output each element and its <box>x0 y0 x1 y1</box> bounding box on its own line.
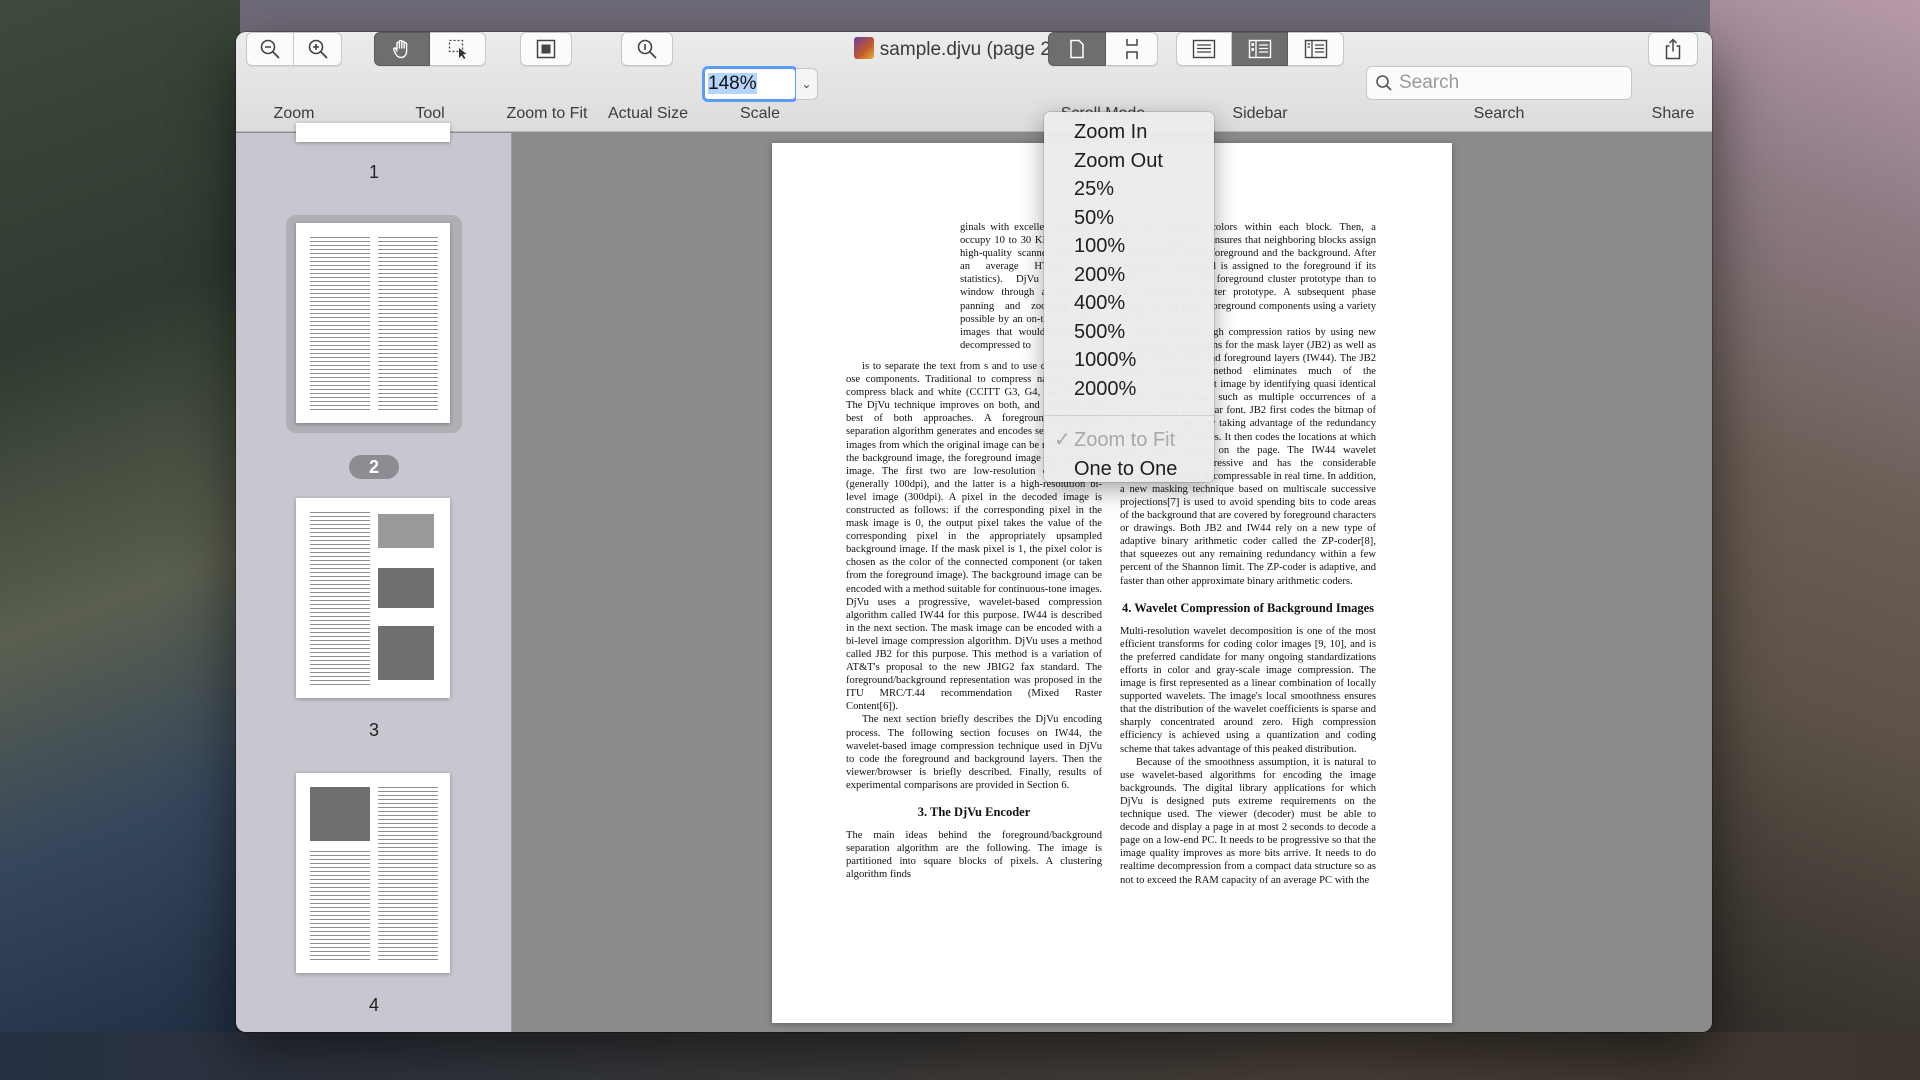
zoom-out-icon <box>260 39 280 59</box>
checkmark-icon: ✓ <box>1054 429 1071 451</box>
page-number-3: 3 <box>368 720 379 740</box>
menu-item-zoom-out[interactable]: Zoom Out <box>1044 147 1214 176</box>
section-heading: 4. Wavelet Compression of Background Ima… <box>1121 600 1375 615</box>
continuous-pages-icon <box>1125 39 1138 59</box>
thumbnail-image <box>378 514 434 548</box>
menu-item-200[interactable]: 200% <box>1044 261 1214 290</box>
menu-item-100[interactable]: 100% <box>1044 232 1214 261</box>
chevron-down-icon: ⌄ <box>801 77 812 91</box>
desktop-wallpaper-bottom <box>0 1032 1920 1080</box>
hand-icon <box>393 39 408 59</box>
select-tool-button[interactable] <box>430 32 486 66</box>
magnifier-icon <box>637 39 657 59</box>
thumbnail-image <box>310 787 370 841</box>
sidebar-thumbnails-button[interactable] <box>1232 32 1288 66</box>
menu-item-zoom-to-fit: ✓ Zoom to Fit <box>1044 426 1214 455</box>
rectangle-select-icon <box>448 39 466 59</box>
thumbnail-text-column <box>310 237 370 412</box>
menu-item-one-to-one[interactable]: One to One <box>1044 455 1214 484</box>
continuous-scroll-button[interactable] <box>1106 32 1158 66</box>
paragraph: Because of the smoothness assumption, it… <box>1120 756 1376 886</box>
thumbnail-text-column <box>378 787 438 962</box>
text-only-icon <box>1192 39 1216 59</box>
thumbnail-text-column <box>310 851 370 961</box>
scale-dropdown-toggle[interactable]: ⌄ <box>796 68 818 100</box>
menu-item-zoom-in[interactable]: Zoom In <box>1044 118 1214 147</box>
thumbnail-image <box>378 626 434 680</box>
menu-item-1000[interactable]: 1000% <box>1044 346 1214 375</box>
tool-label: Tool <box>415 105 445 122</box>
desktop-wallpaper-left <box>0 0 240 1080</box>
menu-item-50[interactable]: 50% <box>1044 204 1214 233</box>
paragraph: The main ideas behind the foreground/bac… <box>846 830 1102 881</box>
scale-input[interactable]: 148% <box>702 66 798 102</box>
menu-item-25[interactable]: 25% <box>1044 175 1214 204</box>
thumbnail-sidebar: 1 2 3 4 <box>236 123 512 1032</box>
page-number-4: 4 <box>368 995 379 1015</box>
search-input[interactable]: Search <box>1366 66 1632 100</box>
thumbnail-image <box>378 568 434 608</box>
actual-size-button[interactable] <box>621 32 673 66</box>
page-thumbnail-4[interactable] <box>296 773 450 973</box>
page-number-2-selected: 2 <box>349 455 399 479</box>
zoom-out-button[interactable] <box>246 32 294 66</box>
sidebar-outline-button[interactable] <box>1288 32 1344 66</box>
outline-sidebar-icon <box>1304 39 1327 59</box>
search-placeholder: Search <box>1399 72 1460 93</box>
search-label: Search <box>1473 105 1525 122</box>
page-number-1: 1 <box>368 162 379 182</box>
paragraph: The next section briefly describes the D… <box>846 714 1102 791</box>
single-page-icon <box>1070 39 1084 59</box>
scale-label: Scale <box>739 105 781 122</box>
thumbnails-sidebar-icon <box>1248 39 1271 59</box>
zoom-to-fit-icon <box>536 39 556 59</box>
actual-size-label: Actual Size <box>607 105 689 122</box>
zoom-to-fit-button[interactable] <box>520 32 572 66</box>
share-label: Share <box>1651 105 1695 122</box>
page-thumbnail-2[interactable] <box>296 223 450 423</box>
share-button[interactable] <box>1648 32 1698 66</box>
share-icon <box>1665 38 1681 60</box>
page-thumbnail-3[interactable] <box>296 498 450 698</box>
zoom-to-fit-label: Zoom to Fit <box>506 105 588 122</box>
menu-separator <box>1044 415 1214 416</box>
scale-dropdown-menu: Zoom In Zoom Out 25% 50% 100% 200% 400% … <box>1044 112 1214 482</box>
zoom-in-button[interactable] <box>294 32 342 66</box>
menu-item-400[interactable]: 400% <box>1044 289 1214 318</box>
paragraph: Multi-resolution wavelet decomposition i… <box>1120 625 1376 755</box>
titlebar: sample.djvu (page 2 of 4) Zoom Tool Zoom… <box>236 32 1712 132</box>
thumbnail-text-column <box>310 512 370 687</box>
menu-item-500[interactable]: 500% <box>1044 318 1214 347</box>
thumbnail-text-column <box>378 237 438 412</box>
hand-tool-button[interactable] <box>374 32 430 66</box>
menu-item-zoom-to-fit-label: Zoom to Fit <box>1074 429 1176 451</box>
page-thumbnail-1[interactable] <box>296 123 450 142</box>
zoom-in-icon <box>308 39 328 59</box>
search-icon <box>1376 75 1392 91</box>
desktop-wallpaper-right <box>1710 0 1920 1080</box>
scale-value: 148% <box>708 73 757 94</box>
section-heading: 3. The DjVu Encoder <box>917 805 1031 820</box>
single-page-mode-button[interactable] <box>1048 32 1106 66</box>
menu-item-2000[interactable]: 2000% <box>1044 375 1214 404</box>
sidebar-hidden-button[interactable] <box>1176 32 1232 66</box>
djvu-document-icon <box>853 37 874 59</box>
preview-window: sample.djvu (page 2 of 4) Zoom Tool Zoom… <box>236 32 1712 1032</box>
zoom-label: Zoom <box>273 105 315 122</box>
